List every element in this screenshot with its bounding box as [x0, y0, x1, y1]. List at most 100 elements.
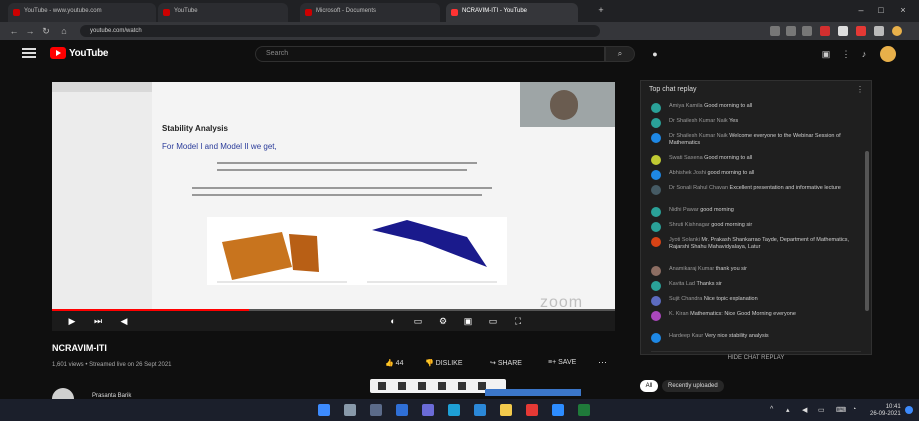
- chat-header[interactable]: Top chat replay: [649, 86, 696, 93]
- save-button[interactable]: ≡+ SAVE: [548, 359, 576, 366]
- chat-author-avatar[interactable]: [651, 207, 661, 217]
- home-icon[interactable]: ⌂: [58, 25, 70, 37]
- chat-author-name[interactable]: Hardeep Kaur: [669, 333, 703, 339]
- close-window-button[interactable]: ×: [897, 4, 909, 16]
- system-clock[interactable]: 10:41 26-09-2021: [870, 404, 901, 418]
- chat-author-avatar[interactable]: [651, 281, 661, 291]
- chat-author-name[interactable]: Jyoti Solanki: [669, 237, 700, 243]
- settings-icon[interactable]: ⚙: [437, 315, 449, 327]
- filter-chip-all[interactable]: All: [640, 380, 658, 392]
- minimize-button[interactable]: –: [855, 4, 867, 16]
- browser-tab-1[interactable]: YouTube - www.youtube.com: [8, 3, 156, 22]
- reload-icon[interactable]: ↻: [40, 25, 52, 37]
- notification-icon[interactable]: [905, 406, 913, 414]
- youtube-logo-text[interactable]: YouTube: [69, 48, 109, 59]
- chat-more-icon[interactable]: ⋮: [856, 85, 864, 94]
- video-player[interactable]: Stability Analysis For Model I and Model…: [52, 82, 615, 331]
- chat-author-avatar[interactable]: [651, 333, 661, 343]
- forward-icon[interactable]: →: [24, 25, 36, 37]
- zoom-app-icon[interactable]: [552, 404, 564, 416]
- chat-author-name[interactable]: Dr Sonali Rahul Chavan: [669, 185, 728, 191]
- browser-tab-3[interactable]: Microsoft - Documents: [300, 3, 440, 22]
- youtube-logo-icon[interactable]: [50, 47, 66, 59]
- new-tab-button[interactable]: +: [595, 4, 607, 16]
- extension-icon[interactable]: [820, 26, 830, 36]
- chat-author-avatar[interactable]: [651, 185, 661, 195]
- url-field[interactable]: youtube.com/watch: [80, 25, 600, 37]
- chat-author-name[interactable]: Dr Shailesh Kumar Naik: [669, 118, 728, 124]
- apps-icon[interactable]: ⋮: [840, 48, 852, 60]
- search-icon[interactable]: [344, 404, 356, 416]
- progress-bar[interactable]: [52, 309, 615, 311]
- dislike-button[interactable]: 👎 DISLIKE: [425, 359, 463, 367]
- chat-author-name[interactable]: Sujit Chandra: [669, 296, 702, 302]
- search-input[interactable]: Search: [255, 46, 605, 62]
- browser-tab-2[interactable]: YouTube: [158, 3, 288, 22]
- extension-icon[interactable]: [856, 26, 866, 36]
- next-icon[interactable]: ⏭: [92, 315, 104, 327]
- app-icon[interactable]: [526, 404, 538, 416]
- chat-author-avatar[interactable]: [651, 311, 661, 321]
- chat-author-avatar[interactable]: [651, 222, 661, 232]
- volume-tray-icon[interactable]: ◀: [802, 406, 807, 414]
- play-icon[interactable]: ▶: [66, 315, 78, 327]
- profile-icon[interactable]: [892, 26, 902, 36]
- task-view-icon[interactable]: [370, 404, 382, 416]
- chat-author-name[interactable]: Swati Saxena: [669, 155, 703, 161]
- chat-author-name[interactable]: Nidhi Pawar: [669, 207, 699, 213]
- bookmark-icon[interactable]: [874, 26, 884, 36]
- hide-chat-button[interactable]: HIDE CHAT REPLAY: [651, 351, 861, 365]
- language-icon[interactable]: ⌨: [836, 406, 846, 414]
- chat-author-name[interactable]: Abhishek Joshi: [669, 170, 706, 176]
- chrome-icon[interactable]: [578, 404, 590, 416]
- tray-chevron-icon[interactable]: ^: [770, 406, 773, 413]
- chat-author-avatar[interactable]: [651, 155, 661, 165]
- autoplay-toggle[interactable]: ◐: [387, 315, 399, 327]
- chat-scrollbar[interactable]: [865, 151, 869, 311]
- browser-tab-active[interactable]: NCRAVIM-ITI - YouTube: [446, 3, 578, 22]
- toolbar-tool-icon[interactable]: [398, 382, 406, 390]
- chat-author-avatar[interactable]: [651, 266, 661, 276]
- toolbar-tool-icon[interactable]: [378, 382, 386, 390]
- chat-author-name[interactable]: Kavita Lad: [669, 281, 695, 287]
- like-button[interactable]: 👍 44: [385, 359, 403, 367]
- account-avatar[interactable]: [880, 46, 896, 62]
- widgets-icon[interactable]: [396, 404, 408, 416]
- extension-icon[interactable]: [838, 26, 848, 36]
- microphone-icon[interactable]: ●: [648, 47, 662, 61]
- wifi-icon[interactable]: ◔: [852, 406, 856, 413]
- edge-icon[interactable]: [448, 404, 460, 416]
- chat-app-icon[interactable]: [422, 404, 434, 416]
- chat-author-avatar[interactable]: [651, 170, 661, 180]
- back-icon[interactable]: ←: [8, 25, 20, 37]
- chat-author-avatar[interactable]: [651, 133, 661, 143]
- filter-chip-recent[interactable]: Recently uploaded: [662, 380, 724, 392]
- maximize-button[interactable]: □: [875, 4, 887, 16]
- share-button[interactable]: ↪ SHARE: [490, 359, 522, 367]
- chat-author-avatar[interactable]: [651, 237, 661, 247]
- toolbar-tool-icon[interactable]: [438, 382, 446, 390]
- store-icon[interactable]: [474, 404, 486, 416]
- captions-icon[interactable]: ▭: [412, 315, 424, 327]
- chat-author-avatar[interactable]: [651, 296, 661, 306]
- extension-icon[interactable]: [786, 26, 796, 36]
- create-video-icon[interactable]: ▣: [820, 48, 832, 60]
- menu-icon[interactable]: [22, 48, 36, 58]
- volume-icon[interactable]: ◀: [118, 315, 130, 327]
- chat-author-name[interactable]: Dr Shailesh Kumar Naik: [669, 133, 728, 139]
- search-button[interactable]: ⌕: [605, 46, 635, 62]
- file-explorer-icon[interactable]: [500, 404, 512, 416]
- network-icon[interactable]: ▴: [786, 406, 790, 414]
- notifications-icon[interactable]: ♪: [858, 48, 870, 60]
- chat-author-name[interactable]: Anamikaraj Kumar: [669, 266, 714, 272]
- theater-icon[interactable]: ▭: [487, 315, 499, 327]
- extension-icon[interactable]: [770, 26, 780, 36]
- chat-author-name[interactable]: Shruti Kishnagar: [669, 222, 710, 228]
- start-icon[interactable]: [318, 404, 330, 416]
- battery-icon[interactable]: ▭: [818, 406, 825, 414]
- chat-author-name[interactable]: Amiya Kamila: [669, 103, 703, 109]
- share-notification-bar[interactable]: [485, 389, 581, 396]
- chat-author-name[interactable]: K. Kiran: [669, 311, 689, 317]
- chat-author-avatar[interactable]: [651, 103, 661, 113]
- toolbar-tool-icon[interactable]: [458, 382, 466, 390]
